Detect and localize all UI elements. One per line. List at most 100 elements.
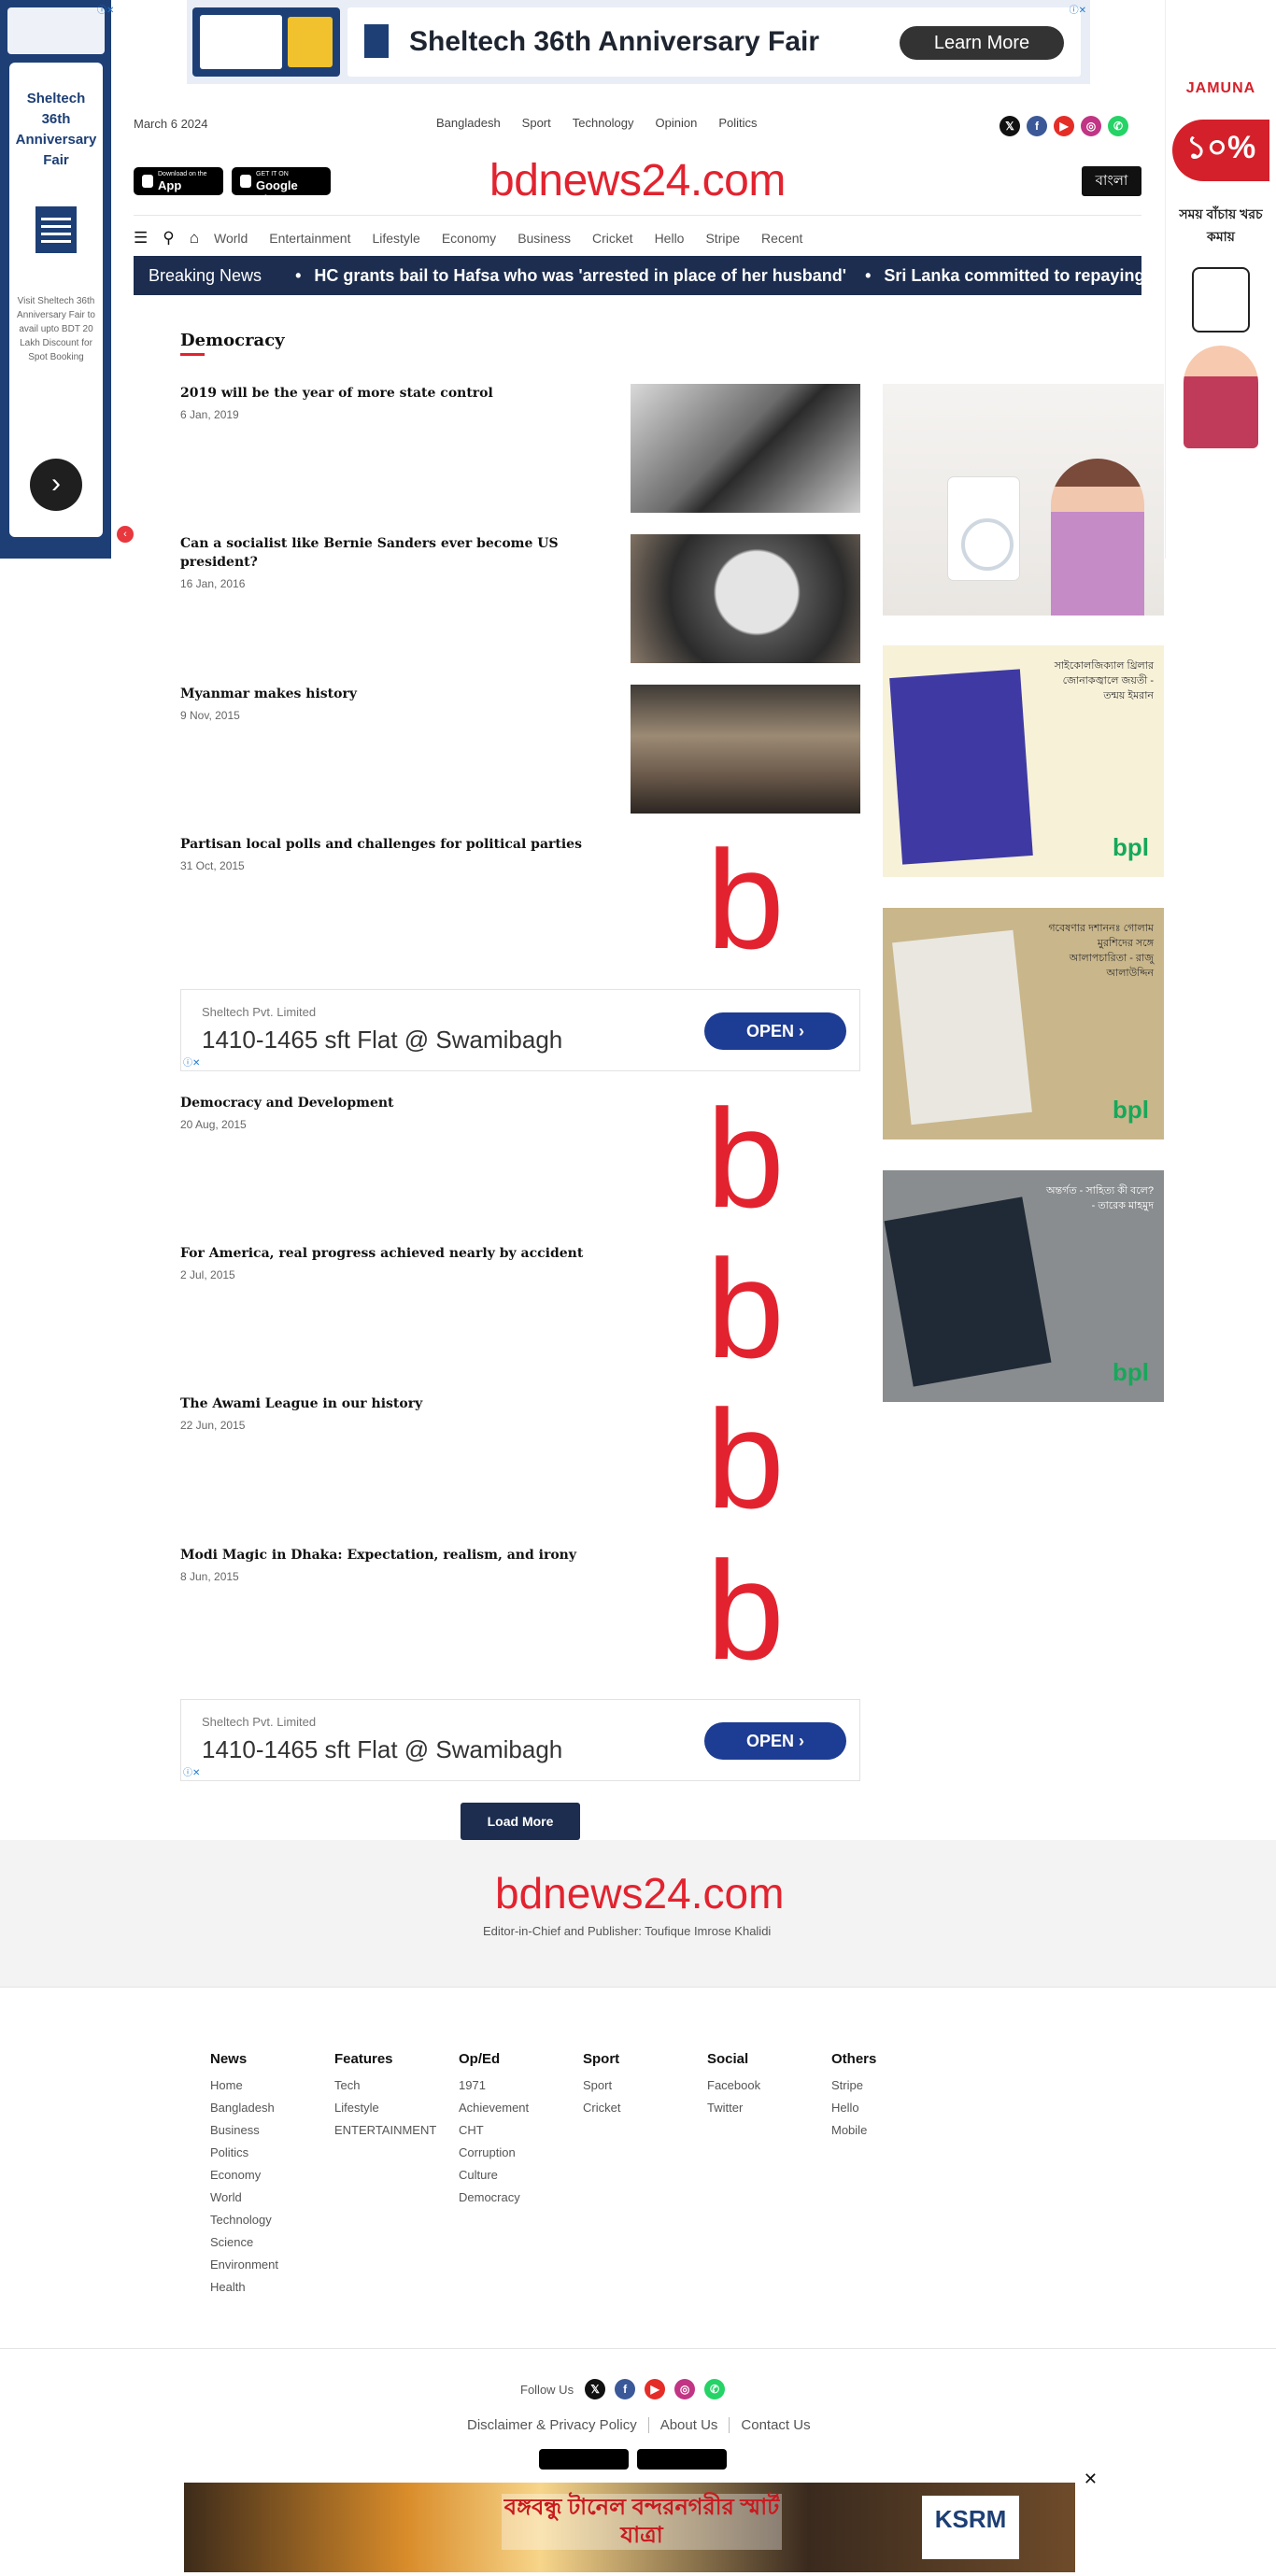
footer-link[interactable]: Corruption [459,2142,583,2164]
footer-link[interactable]: Achievement [459,2097,583,2119]
article-thumbnail[interactable] [631,384,860,513]
article-title[interactable]: 2019 will be the year of more state cont… [180,384,619,403]
footer-link[interactable]: Business [210,2119,334,2142]
article-item[interactable]: Can a socialist like Bernie Sanders ever… [180,534,860,665]
article-item[interactable]: 2019 will be the year of more state cont… [180,384,860,515]
left-side-ad[interactable]: Sheltech 36th Anniversary Fair Visit She… [0,0,111,559]
article-item[interactable]: For America, real progress achieved near… [180,1238,860,1379]
bangla-language-button[interactable]: বাংলা [1082,166,1141,196]
site-logo[interactable]: bdnews24.com [489,155,786,206]
home-icon[interactable]: ⌂ [190,229,199,248]
search-icon[interactable]: ⚲ [163,229,174,248]
nav-economy[interactable]: Economy [442,231,496,246]
top-nav-sport[interactable]: Sport [522,116,551,130]
footer-link[interactable]: Twitter [707,2097,831,2119]
footer-link[interactable]: Hello [831,2097,956,2119]
learn-more-button[interactable]: Learn More [900,26,1064,60]
inline-ad[interactable]: Sheltech Pvt. Limited 1410-1465 sft Flat… [180,989,860,1071]
article-title[interactable]: For America, real progress achieved near… [180,1244,619,1263]
close-icon[interactable]: ✕ [1084,2470,1098,2489]
placeholder-logo-thumbnail[interactable]: b [631,1540,860,1680]
footer-link[interactable]: Bangladesh [210,2097,334,2119]
ad-choices-icon[interactable]: ⓘ✕ [183,1054,200,1069]
footer-link[interactable]: CHT [459,2119,583,2142]
top-nav-politics[interactable]: Politics [718,116,757,130]
article-item[interactable]: Democracy and Development 20 Aug, 2015 b [180,1088,860,1228]
whatsapp-icon[interactable]: ✆ [704,2379,726,2399]
ad-choices-icon[interactable]: ⓘ✕ [183,1764,200,1778]
footer-app-store-badge[interactable] [539,2449,629,2470]
nav-business[interactable]: Business [517,231,571,246]
article-title[interactable]: Democracy and Development [180,1094,619,1112]
nav-entertainment[interactable]: Entertainment [269,231,350,246]
placeholder-logo-thumbnail[interactable]: b [631,1088,860,1228]
article-item[interactable]: The Awami League in our history 22 Jun, … [180,1389,860,1529]
footer-link[interactable]: ENTERTAINMENT [334,2119,459,2142]
article-title[interactable]: Partisan local polls and challenges for … [180,835,619,854]
left-ad-card[interactable]: Sheltech 36th Anniversary Fair Visit She… [9,63,103,537]
footer-link[interactable]: Science [210,2231,334,2254]
footer-link[interactable]: World [210,2187,334,2209]
article-thumbnail[interactable] [631,685,860,814]
x-twitter-icon[interactable]: 𝕏 [1000,116,1020,136]
nav-lifestyle[interactable]: Lifestyle [372,231,419,246]
placeholder-logo-thumbnail[interactable]: b [631,829,860,970]
article-item[interactable]: Partisan local polls and challenges for … [180,829,860,970]
top-banner-ad[interactable]: Sheltech 36th Anniversary Fair Learn Mor… [187,0,1090,84]
ad-choices-icon[interactable]: ⓘ✕ [1070,2,1086,16]
about-us-link[interactable]: About Us [649,2417,730,2433]
menu-icon[interactable]: ☰ [134,229,148,248]
left-carousel-arrow-icon[interactable]: ‹ [117,526,134,543]
instagram-icon[interactable]: ◎ [1081,116,1101,136]
footer-google-play-badge[interactable] [637,2449,727,2470]
nav-cricket[interactable]: Cricket [592,231,633,246]
footer-link[interactable]: Tech [334,2074,459,2097]
article-thumbnail[interactable] [631,534,860,663]
footer-link[interactable]: Culture [459,2164,583,2187]
footer-link[interactable]: Sport [583,2074,707,2097]
nav-recent[interactable]: Recent [761,231,802,246]
footer-logo[interactable]: bdnews24.com [495,1868,784,1918]
footer-link[interactable]: Democracy [459,2187,583,2209]
disclaimer-link[interactable]: Disclaimer & Privacy Policy [456,2417,649,2433]
top-nav-technology[interactable]: Technology [573,116,634,130]
footer-link[interactable]: Environment [210,2254,334,2276]
footer-link[interactable]: Economy [210,2164,334,2187]
inline-ad[interactable]: Sheltech Pvt. Limited 1410-1465 sft Flat… [180,1699,860,1781]
footer-link[interactable]: 1971 [459,2074,583,2097]
sidebar-ad-book[interactable]: অন্তর্গত - সাহিত্য কী বলে? - তারেক মাহমু… [883,1170,1164,1402]
article-item[interactable]: Modi Magic in Dhaka: Expectation, realis… [180,1540,860,1680]
right-side-ad[interactable]: JAMUNA ১০% সময় বাঁচায় খরচ কমায় [1165,0,1276,559]
article-title[interactable]: The Awami League in our history [180,1394,619,1413]
top-nav-opinion[interactable]: Opinion [656,116,698,130]
inline-ad-open-button[interactable]: OPEN › [704,1722,846,1760]
google-play-badge[interactable]: GET IT ON Google Play [232,167,331,206]
facebook-icon[interactable]: f [1027,116,1047,136]
sidebar-ad-book[interactable]: সাইকোলজিক্যাল থ্রিলার জোনাকজ্বালে জয়তী … [883,645,1164,877]
article-title[interactable]: Modi Magic in Dhaka: Expectation, realis… [180,1546,619,1564]
footer-link[interactable]: Technology [210,2209,334,2231]
x-twitter-icon[interactable]: 𝕏 [585,2379,606,2399]
placeholder-logo-thumbnail[interactable]: b [631,1238,860,1379]
left-ad-arrow-button[interactable]: › [30,459,82,511]
facebook-icon[interactable]: f [615,2379,636,2399]
breaking-news-item[interactable]: Sri Lanka committed to repaying [865,266,1141,286]
contact-us-link[interactable]: Contact Us [730,2417,821,2433]
breaking-news-item[interactable]: HC grants bail to Hafsa who was 'arreste… [295,266,846,286]
article-item[interactable]: Myanmar makes history 9 Nov, 2015 [180,685,860,815]
youtube-icon[interactable]: ▶ [1054,116,1074,136]
footer-link[interactable]: Facebook [707,2074,831,2097]
article-title[interactable]: Myanmar makes history [180,685,619,703]
instagram-icon[interactable]: ◎ [674,2379,696,2399]
placeholder-logo-thumbnail[interactable]: b [631,1389,860,1529]
top-nav-bangladesh[interactable]: Bangladesh [436,116,501,130]
whatsapp-icon[interactable]: ✆ [1108,116,1128,136]
sticky-bottom-ad[interactable]: ✕ বঙ্গবন্ধু টানেল বন্দরনগরীর স্মার্ট যাত… [171,2470,1105,2576]
sidebar-ad-appliance[interactable] [883,384,1164,616]
inline-ad-open-button[interactable]: OPEN › [704,1012,846,1050]
footer-link[interactable]: Cricket [583,2097,707,2119]
load-more-button[interactable]: Load More [461,1803,580,1840]
nav-stripe[interactable]: Stripe [705,231,740,246]
nav-world[interactable]: World [214,231,248,246]
footer-link[interactable]: Mobile [831,2119,956,2142]
